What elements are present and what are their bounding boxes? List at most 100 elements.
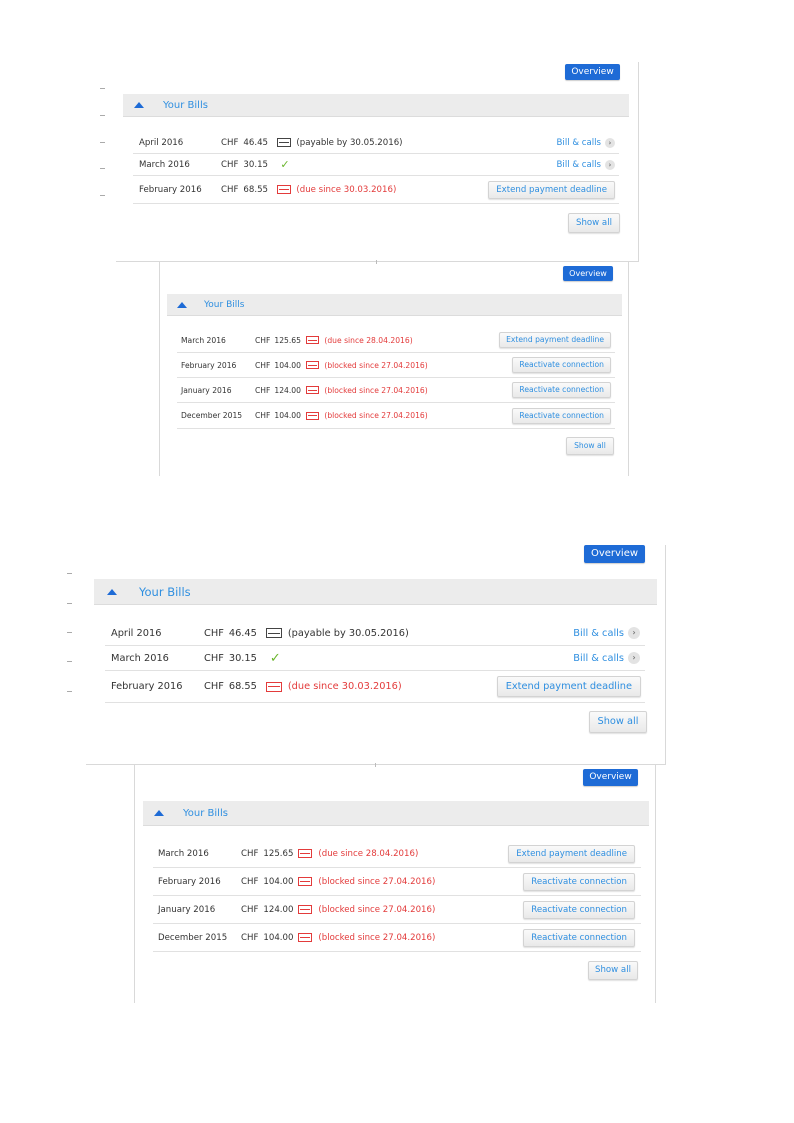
bill-amount: 68.55 [228, 681, 257, 692]
reactivate-button[interactable]: Reactivate connection [512, 407, 611, 424]
chevron-right-icon: › [605, 137, 615, 148]
bill-month: March 2016 [111, 652, 169, 664]
checkmark-icon: ✓ [269, 650, 281, 666]
reactivate-button[interactable]: Reactivate connection [512, 357, 611, 373]
bills-header-title: Your Bills [204, 299, 245, 310]
bill-calls-label: Bill & calls [556, 159, 601, 170]
bill-row: March 2016 CHF 30.15 ✓ Bill & calls › [105, 646, 645, 671]
bill-row: April 2016 CHF 46.45 (payable by 30.05.2… [105, 621, 645, 646]
bill-month: February 2016 [158, 876, 221, 887]
bill-amount: 125.65 [274, 335, 301, 345]
show-all-button[interactable]: Show all [589, 711, 647, 733]
bill-status: (due since 28.04.2016) [324, 335, 413, 345]
extend-deadline-action[interactable]: Extend payment deadline [496, 676, 641, 697]
bills-header[interactable]: Your Bills [143, 801, 649, 826]
bills-header-title: Your Bills [163, 99, 208, 111]
show-all-button[interactable]: Show all [566, 437, 614, 455]
show-all-button[interactable]: Show all [588, 961, 638, 980]
bill-row: February 2016 CHF 104.00 (blocked since … [177, 353, 615, 378]
bill-month: March 2016 [181, 335, 226, 345]
reactivate-action[interactable]: Reactivate connection [523, 900, 635, 919]
chevron-right-icon: › [605, 159, 615, 170]
bill-status: (payable by 30.05.2016) [287, 627, 409, 639]
bill-status: (blocked since 27.04.2016) [318, 932, 436, 943]
bill-calls-link[interactable]: Bill & calls › [556, 137, 615, 148]
extend-deadline-button[interactable]: Extend payment deadline [508, 844, 635, 863]
bill-month: January 2016 [181, 385, 232, 395]
overview-button[interactable]: Overview [583, 769, 638, 786]
bill-calls-label: Bill & calls [556, 137, 601, 148]
overview-button[interactable]: Overview [565, 64, 620, 80]
bill-row: January 2016 CHF 124.00 (blocked since 2… [153, 896, 641, 924]
extend-deadline-button[interactable]: Extend payment deadline [488, 180, 615, 199]
bill-status: (blocked since 27.04.2016) [318, 904, 436, 915]
extend-deadline-button[interactable]: Extend payment deadline [496, 676, 641, 697]
bill-month: February 2016 [181, 360, 237, 370]
bill-amount: 104.00 [274, 360, 301, 370]
margin-mark [100, 142, 105, 143]
reactivate-action[interactable]: Reactivate connection [523, 872, 635, 891]
bill-row: March 2016 CHF 125.65 (due since 28.04.2… [177, 328, 615, 353]
chevron-right-icon: › [628, 627, 640, 639]
envelope-red-icon [306, 411, 320, 420]
bill-row: March 2016 CHF 125.65 (due since 28.04.2… [153, 840, 641, 868]
bill-row: April 2016 CHF 46.45 (payable by 30.05.2… [133, 132, 619, 154]
checkmark-icon: ✓ [280, 158, 290, 171]
bill-calls-label: Bill & calls [573, 652, 624, 664]
reactivate-button[interactable]: Reactivate connection [523, 900, 635, 919]
overview-button[interactable]: Overview [563, 266, 613, 281]
bill-currency: CHF [255, 360, 271, 370]
reactivate-action[interactable]: Reactivate connection [512, 407, 611, 424]
bill-row: February 2016 CHF 68.55 (due since 30.03… [105, 671, 645, 703]
bill-row: December 2015 CHF 104.00 (blocked since … [177, 403, 615, 429]
divider-tick [376, 260, 377, 264]
margin-mark [100, 115, 105, 116]
overview-button[interactable]: Overview [584, 545, 645, 563]
show-all-button[interactable]: Show all [568, 213, 620, 233]
bill-row: December 2015 CHF 104.00 (blocked since … [153, 924, 641, 952]
bill-month: January 2016 [158, 904, 216, 915]
bill-amount: 104.00 [263, 932, 294, 943]
extend-deadline-action[interactable]: Extend payment deadline [508, 844, 635, 863]
bill-status: (payable by 30.05.2016) [296, 137, 403, 148]
bill-currency: CHF [204, 681, 224, 692]
margin-mark [67, 603, 72, 604]
bill-status: (due since 30.03.2016) [287, 681, 402, 692]
margin-mark [100, 168, 105, 169]
margin-mark [67, 691, 72, 692]
bill-month: March 2016 [158, 848, 209, 859]
bill-calls-link[interactable]: Bill & calls › [556, 159, 615, 170]
extend-deadline-action[interactable]: Extend payment deadline [499, 332, 611, 348]
extend-deadline-action[interactable]: Extend payment deadline [488, 180, 615, 199]
bills-panel-2a: Overview Your Bills March 2016 CHF 125.6… [159, 260, 629, 476]
extend-deadline-button[interactable]: Extend payment deadline [499, 332, 611, 348]
bill-month: December 2015 [181, 411, 243, 420]
reactivate-action[interactable]: Reactivate connection [523, 928, 635, 947]
bills-header[interactable]: Your Bills [167, 294, 622, 316]
reactivate-button[interactable]: Reactivate connection [523, 928, 635, 947]
bills-header[interactable]: Your Bills [94, 579, 657, 605]
margin-mark [67, 632, 72, 633]
bill-status: (blocked since 27.04.2016) [324, 411, 428, 420]
bills-header-title: Your Bills [183, 807, 228, 819]
bills-header[interactable]: Your Bills [123, 94, 629, 117]
envelope-red-icon [298, 933, 313, 942]
reactivate-action[interactable]: Reactivate connection [512, 382, 611, 398]
triangle-up-icon [154, 810, 164, 816]
envelope-red-icon [298, 877, 313, 886]
bill-month: February 2016 [111, 681, 183, 692]
reactivate-button[interactable]: Reactivate connection [523, 872, 635, 891]
reactivate-button[interactable]: Reactivate connection [512, 382, 611, 398]
envelope-red-icon [265, 681, 282, 692]
bill-amount: 30.15 [243, 159, 269, 170]
triangle-up-icon [107, 588, 117, 595]
bill-currency: CHF [221, 159, 239, 170]
bill-calls-link[interactable]: Bill & calls › [573, 652, 640, 664]
envelope-red-icon [298, 905, 313, 914]
bills-panel-1b: Overview Your Bills April 2016 CHF 46.45… [86, 545, 666, 765]
bill-amount: 68.55 [243, 184, 269, 195]
bill-calls-link[interactable]: Bill & calls › [573, 627, 640, 639]
bill-amount: 124.00 [263, 904, 294, 915]
reactivate-action[interactable]: Reactivate connection [512, 357, 611, 373]
margin-mark [100, 195, 105, 196]
